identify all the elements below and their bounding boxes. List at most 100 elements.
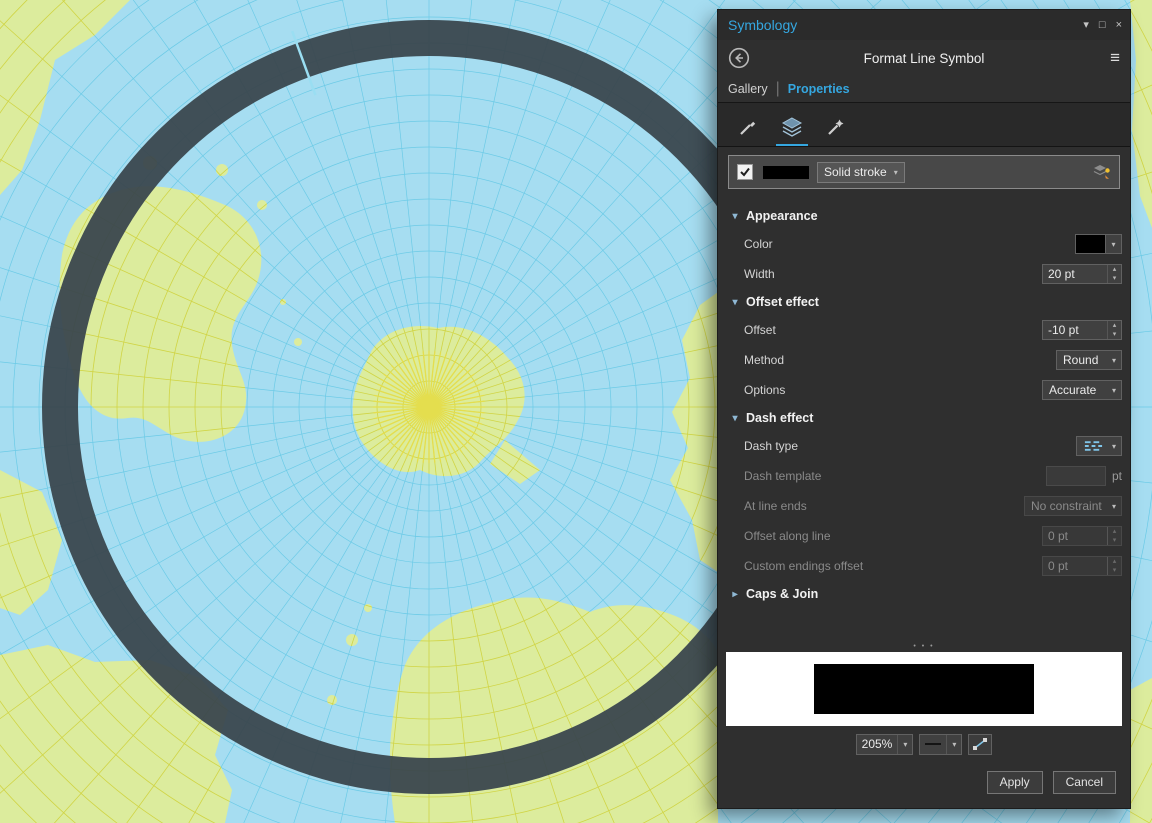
section-appearance-header[interactable]: ▾ Appearance <box>718 203 1130 229</box>
at-line-ends-dropdown: No constraint ▾ <box>1024 496 1122 516</box>
section-appearance-title: Appearance <box>746 209 818 223</box>
spin-up-icon: ▴ <box>1112 558 1117 565</box>
dash-template-unit: pt <box>1111 469 1122 483</box>
method-row: Method Round ▾ <box>718 345 1130 375</box>
section-caps-join-title: Caps & Join <box>746 587 819 601</box>
menu-icon[interactable]: ≡ <box>1110 48 1120 68</box>
options-row: Options Accurate ▾ <box>718 375 1130 405</box>
section-caps-join-header[interactable]: ▸ Caps & Join <box>718 581 1130 607</box>
preview-fit-toggle-button[interactable] <box>968 733 993 755</box>
pane-titlebar: Symbology ▾ □ × <box>718 10 1130 40</box>
pane-header-title: Format Line Symbol <box>863 50 985 66</box>
spin-down-icon: ▾ <box>1112 567 1117 574</box>
pane-tabs: Gallery | Properties <box>718 76 1130 103</box>
section-dash-header[interactable]: ▾ Dash effect <box>718 405 1130 431</box>
width-input[interactable]: 20 pt ▴ ▾ <box>1042 264 1122 284</box>
offset-spinner[interactable]: ▴ ▾ <box>1107 321 1121 339</box>
dash-type-dropdown[interactable]: ▾ <box>1076 436 1122 456</box>
section-dash-title: Dash effect <box>746 411 814 425</box>
custom-endings-offset-row: Custom endings offset 0 pt ▴ ▾ <box>718 551 1130 581</box>
dropdown-arrow-icon: ▾ <box>1111 355 1116 365</box>
at-line-ends-value: No constraint <box>1031 499 1102 513</box>
method-dropdown[interactable]: Round ▾ <box>1056 350 1122 370</box>
structure-wand-tab-icon[interactable] <box>820 109 852 146</box>
method-value: Round <box>1063 353 1099 367</box>
spin-down-icon: ▾ <box>1112 537 1117 544</box>
preview-line-style-dropdown[interactable]: ▾ <box>919 733 963 755</box>
symbol-preview-area <box>726 652 1122 726</box>
pane-float-icon[interactable]: □ <box>1099 18 1106 32</box>
offset-along-line-value: 0 pt <box>1048 529 1069 543</box>
width-spinner[interactable]: ▴ ▾ <box>1107 265 1121 283</box>
section-offset-title: Offset effect <box>746 295 819 309</box>
layer-preview-swatch <box>763 165 809 179</box>
dash-template-field <box>1045 466 1106 486</box>
layer-options-icon[interactable] <box>1093 164 1111 180</box>
layer-visibility-checkbox[interactable] <box>737 164 753 180</box>
preview-zoom-value: 205% <box>861 737 893 751</box>
splitter-dots-icon: • • • <box>913 642 935 650</box>
spin-up-icon[interactable]: ▴ <box>1108 265 1121 274</box>
line-style-sample <box>925 743 942 745</box>
color-swatch <box>1076 235 1106 253</box>
preview-line-sample <box>814 664 1034 714</box>
dropdown-arrow-icon: ▾ <box>897 734 912 754</box>
pane-header: Format Line Symbol ≡ <box>718 40 1130 76</box>
tab-properties[interactable]: Properties <box>788 82 850 96</box>
preview-zoom-dropdown[interactable]: 205% ▾ <box>855 733 914 755</box>
symbol-layer-row[interactable]: Solid stroke ▾ <box>728 155 1120 189</box>
custom-endings-offset-spinner: ▴ ▾ <box>1107 557 1121 575</box>
back-icon <box>728 47 750 69</box>
custom-endings-offset-input: 0 pt ▴ ▾ <box>1042 556 1122 576</box>
cancel-button[interactable]: Cancel <box>1052 770 1116 794</box>
color-row: Color ▾ <box>718 229 1130 259</box>
offset-value: -10 pt <box>1048 323 1079 337</box>
dash-template-label: Dash template <box>744 469 822 483</box>
preview-controls: 205% ▾ ▾ <box>718 726 1130 762</box>
width-value: 20 pt <box>1048 267 1075 281</box>
back-button[interactable] <box>728 47 750 69</box>
section-offset-header[interactable]: ▾ Offset effect <box>718 289 1130 315</box>
width-row: Width 20 pt ▴ ▾ <box>718 259 1130 289</box>
properties-toolbar <box>718 103 1130 147</box>
apply-button[interactable]: Apply <box>986 770 1043 794</box>
color-picker-dropdown[interactable]: ▾ <box>1075 234 1122 254</box>
dash-type-label: Dash type <box>744 439 799 453</box>
offset-row: Offset -10 pt ▴ ▾ <box>718 315 1130 345</box>
spin-down-icon[interactable]: ▾ <box>1108 330 1121 339</box>
symbology-pane: Symbology ▾ □ × Format Line Symbol ≡ Gal… <box>718 10 1130 808</box>
offset-input[interactable]: -10 pt ▴ ▾ <box>1042 320 1122 340</box>
custom-endings-offset-label: Custom endings offset <box>744 559 864 573</box>
pane-menu-chevron-icon[interactable]: ▾ <box>1083 18 1089 32</box>
offset-along-line-spinner: ▴ ▾ <box>1107 527 1121 545</box>
options-dropdown[interactable]: Accurate ▾ <box>1042 380 1122 400</box>
options-value: Accurate <box>1049 383 1097 397</box>
preview-splitter-handle[interactable]: • • • <box>718 640 1130 652</box>
section-expanded-icon: ▾ <box>732 210 738 222</box>
section-expanded-icon: ▾ <box>732 412 738 424</box>
dash-pattern-icon <box>1084 441 1103 451</box>
spin-up-icon[interactable]: ▴ <box>1108 321 1121 330</box>
tab-separator: | <box>775 80 780 97</box>
offset-along-line-label: Offset along line <box>744 529 831 543</box>
pane-close-icon[interactable]: × <box>1116 18 1122 32</box>
check-icon <box>740 167 750 177</box>
stroke-type-dropdown[interactable]: Solid stroke ▾ <box>817 161 905 183</box>
options-label: Options <box>744 383 786 397</box>
layers-tab-icon[interactable] <box>776 109 808 146</box>
symbol-pencil-tab-icon[interactable] <box>732 109 764 146</box>
dropdown-arrow-icon: ▾ <box>946 734 961 754</box>
width-label: Width <box>744 267 775 281</box>
spin-down-icon[interactable]: ▾ <box>1108 274 1121 283</box>
section-collapsed-icon: ▸ <box>732 588 738 600</box>
section-expanded-icon: ▾ <box>732 296 738 308</box>
dash-template-control: pt <box>1045 466 1122 486</box>
method-label: Method <box>744 353 785 367</box>
properties-list: ▾ Appearance Color ▾ Width 20 pt ▴ ▾ ▾ O… <box>718 197 1130 640</box>
diagonal-line-icon <box>973 738 988 750</box>
tab-gallery[interactable]: Gallery <box>728 82 768 96</box>
dash-type-row: Dash type ▾ <box>718 431 1130 461</box>
offset-along-line-row: Offset along line 0 pt ▴ ▾ <box>718 521 1130 551</box>
dash-template-row: Dash template pt <box>718 461 1130 491</box>
stroke-type-label: Solid stroke <box>824 165 887 179</box>
